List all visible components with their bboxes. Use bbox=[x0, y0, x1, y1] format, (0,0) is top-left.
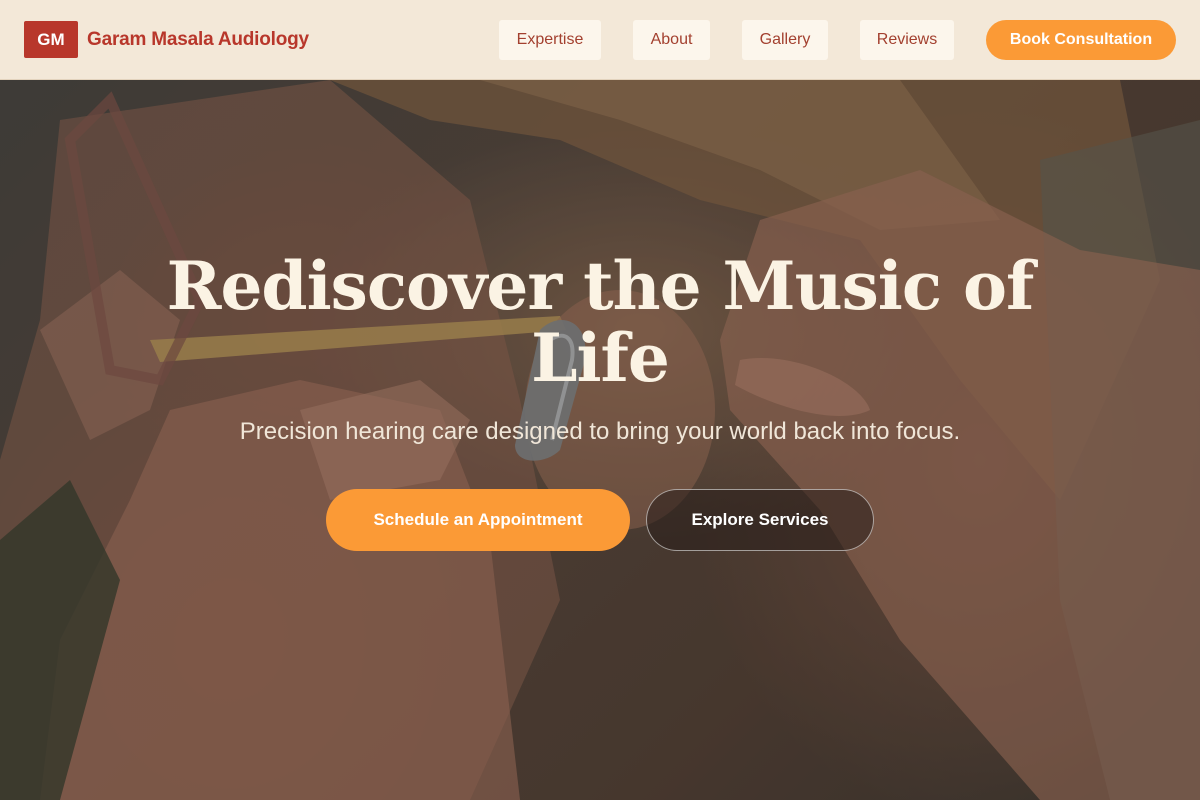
brand-logo[interactable]: GM Garam Masala Audiology bbox=[24, 21, 309, 58]
hero-content: Rediscover the Music of Life Precision h… bbox=[0, 80, 1200, 800]
main-nav: Expertise About Gallery Reviews bbox=[499, 20, 954, 60]
explore-services-button[interactable]: Explore Services bbox=[646, 489, 874, 551]
schedule-appointment-button[interactable]: Schedule an Appointment bbox=[326, 489, 630, 551]
hero-section: Rediscover the Music of Life Precision h… bbox=[0, 80, 1200, 800]
book-consultation-button[interactable]: Book Consultation bbox=[986, 20, 1176, 60]
hero-title: Rediscover the Music of Life bbox=[166, 247, 1035, 397]
hero-subtitle: Precision hearing care designed to bring… bbox=[239, 418, 961, 445]
site-header: GM Garam Masala Audiology Expertise Abou… bbox=[0, 0, 1200, 80]
logo-badge: GM bbox=[24, 21, 78, 58]
nav-item-reviews[interactable]: Reviews bbox=[860, 20, 954, 60]
nav-item-gallery[interactable]: Gallery bbox=[742, 20, 828, 60]
nav-item-about[interactable]: About bbox=[633, 20, 710, 60]
brand-name: Garam Masala Audiology bbox=[87, 28, 309, 50]
nav-item-expertise[interactable]: Expertise bbox=[499, 20, 601, 60]
